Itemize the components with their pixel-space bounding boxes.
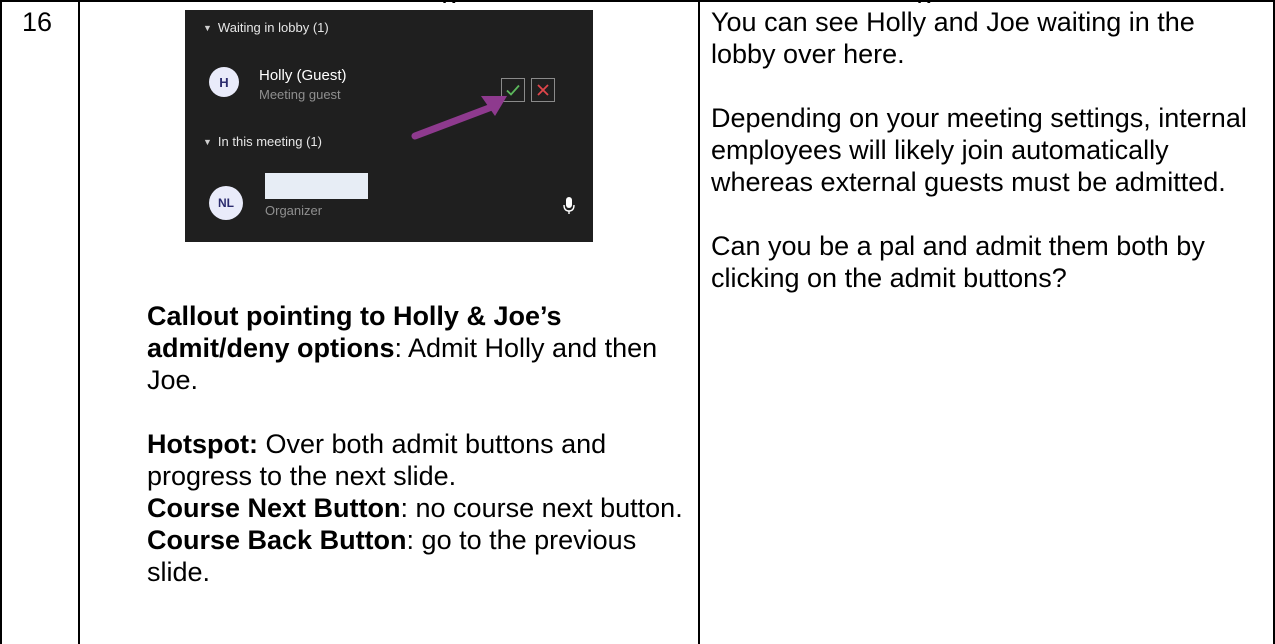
narration-paragraph: You can see Holly and Joe waiting in the… [711,7,1195,69]
hotspot-note: Hotspot: Over both admit buttons and pro… [147,428,687,492]
next-button-note: Course Next Button: no course next butto… [147,492,687,524]
narration-paragraph: Can you be a pal and admit them both by … [711,231,1205,293]
document-page: g g 16 ▼ Waiting in lobby (1) H Holly (G… [0,0,1275,644]
row-number: 16 [22,7,53,37]
slide-notes: Callout pointing to Holly & Joe’s admit/… [147,300,687,588]
microphone-icon[interactable] [563,197,575,215]
arrow-icon [411,96,507,140]
redacted-organizer-name [265,173,368,199]
hotspot-label: Hotspot: [147,429,258,459]
meeting-section-header: ▼ In this meeting (1) [203,134,322,149]
narration-paragraph: Depending on your meeting settings, inte… [711,103,1247,197]
organizer-role: Organizer [265,203,323,218]
back-button-note: Course Back Button: go to the previous s… [147,524,687,588]
next-button-text: : no course next button. [400,493,683,523]
next-button-label: Course Next Button [147,493,401,523]
table-column-divider [78,0,80,644]
organizer-avatar-initials: NL [218,196,234,210]
table-left-border [0,0,2,644]
meeting-heading: In this meeting (1) [217,134,322,149]
caret-down-icon: ▼ [203,136,212,147]
teams-participants-screenshot: ▼ Waiting in lobby (1) H Holly (Guest) M… [185,10,593,242]
table-column-divider [698,0,700,644]
callout-note: Callout pointing to Holly & Joe’s admit/… [147,300,687,396]
organizer-avatar: NL [209,186,243,220]
back-button-label: Course Back Button [147,525,407,555]
table-top-border [0,0,1275,2]
narration-script: You can see Holly and Joe waiting in the… [711,6,1256,294]
